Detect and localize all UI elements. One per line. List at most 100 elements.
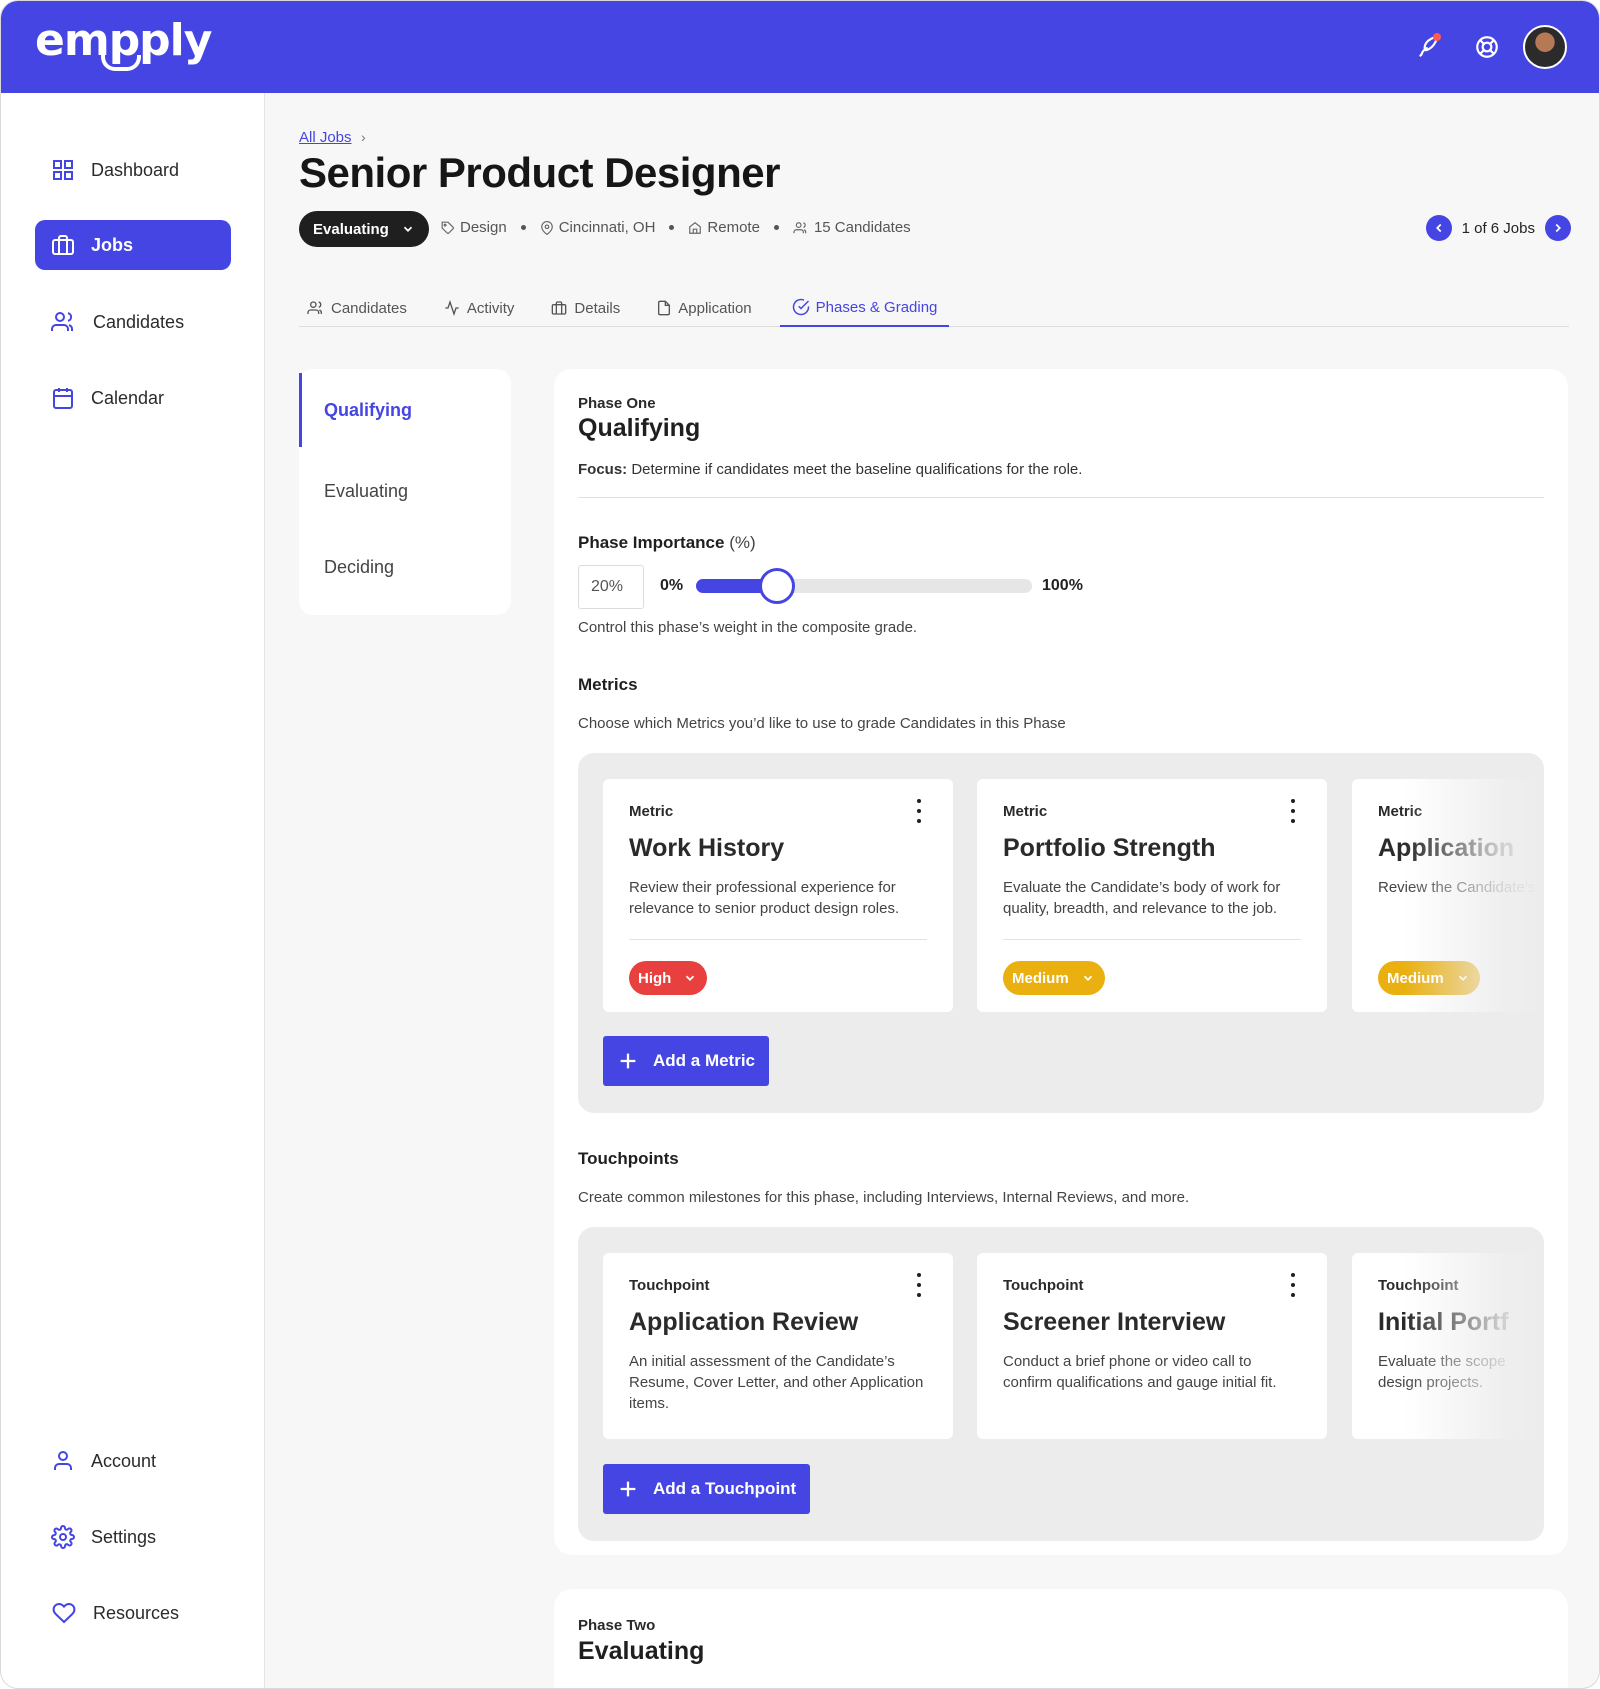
breadcrumb[interactable]: All Jobs — [299, 129, 352, 146]
top-bar: empply — [1, 1, 1599, 93]
status-label: Evaluating — [313, 220, 389, 238]
meta-department-text: Design — [460, 219, 507, 236]
page-title: Senior Product Designer — [299, 149, 780, 196]
tab-candidates[interactable]: Candidates — [299, 289, 415, 327]
sidebar-item-jobs[interactable]: Jobs — [35, 220, 231, 270]
phase-item-evaluating[interactable]: Evaluating — [299, 454, 511, 528]
tab-activity[interactable]: Activity — [435, 289, 523, 327]
sidebar-item-account[interactable]: Account — [35, 1436, 231, 1486]
meta-separator — [520, 225, 526, 230]
job-pager: 1 of 6 Jobs — [1425, 215, 1571, 241]
card-label: Metric — [1003, 803, 1048, 820]
next-job-button[interactable] — [1545, 215, 1571, 241]
metric-card[interactable]: Metric Portfolio Strength Evaluate the C… — [977, 779, 1327, 1012]
add-touchpoint-button[interactable]: Add a Touchpoint — [603, 1464, 811, 1514]
breadcrumb-chevron-icon: › — [361, 129, 366, 145]
logo-smile-mark — [101, 55, 141, 71]
sidebar-item-dashboard[interactable]: Dashboard — [35, 145, 231, 195]
phase-item-deciding[interactable]: Deciding — [299, 530, 511, 604]
sidebar-item-label: Candidates — [93, 311, 185, 332]
plus-icon — [620, 1481, 636, 1497]
touchpoint-card[interactable]: Touchpoint Initial Portf Evaluate the sc… — [1352, 1253, 1544, 1439]
card-title: Application — [1378, 834, 1515, 862]
card-desc: Review their professional experience for… — [629, 879, 900, 917]
importance-label: Medium — [1387, 969, 1444, 987]
pager-text: 1 of 6 Jobs — [1461, 219, 1535, 237]
gear-icon — [51, 1525, 75, 1549]
focus-text: Determine if candidates meet the baselin… — [631, 461, 1083, 478]
more-options-icon[interactable] — [915, 1273, 923, 1297]
briefcase-icon — [552, 301, 567, 315]
slider-max-label: 100% — [1042, 577, 1083, 594]
slider-min-label: 0% — [660, 577, 684, 594]
meta-workplace-text: Remote — [707, 219, 760, 236]
divider — [578, 497, 1544, 498]
metric-card[interactable]: Metric Application Review the Candidate’… — [1352, 779, 1544, 1012]
meta-location-text: Cincinnati, OH — [558, 219, 656, 236]
importance-slider[interactable] — [696, 568, 1032, 604]
touchpoint-card[interactable]: Touchpoint Screener Interview Conduct a … — [977, 1253, 1327, 1439]
card-label: Metric — [1378, 803, 1423, 820]
help-icon[interactable] — [1467, 27, 1507, 67]
sidebar-item-candidates[interactable]: Candidates — [35, 297, 231, 347]
metric-card[interactable]: Metric Work History Review their profess… — [603, 779, 953, 1012]
tab-application[interactable]: Application — [648, 289, 759, 327]
importance-title-text: Phase Importance — [578, 533, 725, 552]
importance-dropdown[interactable]: Medium — [1378, 961, 1480, 995]
importance-dropdown[interactable]: High — [629, 961, 708, 995]
sidebar-item-resources[interactable]: Resources — [35, 1588, 231, 1638]
sidebar-item-settings[interactable]: Settings — [35, 1512, 231, 1562]
meta-location: Cincinnati, OH — [540, 219, 656, 236]
plus-icon — [620, 1053, 636, 1069]
more-options-icon[interactable] — [915, 799, 923, 823]
card-desc: Evaluate the scope design projects. — [1378, 1353, 1506, 1391]
home-icon — [689, 221, 702, 234]
chevron-left-icon — [1435, 223, 1441, 233]
notification-dot — [1433, 33, 1441, 41]
card-desc: Evaluate the Candidate’s body of work fo… — [1003, 879, 1281, 917]
more-options-icon[interactable] — [1289, 799, 1297, 823]
tab-label: Application — [678, 299, 752, 317]
sidebar-item-label: Resources — [93, 1602, 180, 1623]
importance-input[interactable]: 20% — [578, 565, 644, 609]
tab-details[interactable]: Details — [542, 289, 628, 327]
rocket-icon[interactable] — [1409, 27, 1449, 67]
users-icon — [51, 312, 74, 331]
phase-item-qualifying[interactable]: Qualifying — [299, 373, 511, 447]
metrics-title: Metrics — [578, 675, 638, 694]
card-label: Touchpoint — [1378, 1277, 1459, 1294]
importance-dropdown[interactable]: Medium — [1003, 961, 1105, 995]
tab-label: Details — [574, 299, 621, 317]
phase-eyebrow: Phase Two — [578, 1617, 656, 1634]
meta-workplace: Remote — [688, 219, 760, 236]
touchpoints-tray: Touchpoint Application Review An initial… — [578, 1227, 1544, 1541]
meta-candidates: 15 Candidates — [793, 219, 911, 236]
slider-thumb[interactable] — [759, 568, 796, 604]
importance-help: Control this phase’s weight in the compo… — [578, 619, 918, 636]
app-window: empply Dashboard Jobs Candidates Calenda… — [0, 0, 1600, 1689]
prev-job-button[interactable] — [1425, 215, 1452, 241]
tag-icon — [441, 221, 454, 234]
touchpoint-card[interactable]: Touchpoint Application Review An initial… — [603, 1253, 953, 1439]
user-icon — [54, 1451, 72, 1470]
job-tabs: Candidates Activity Details Application … — [299, 289, 1569, 327]
sidebar-item-calendar[interactable]: Calendar — [35, 373, 231, 423]
users-icon — [793, 221, 807, 233]
avatar[interactable] — [1523, 25, 1567, 69]
importance-label: High — [638, 969, 672, 987]
more-options-icon[interactable] — [1289, 1273, 1297, 1297]
job-status-dropdown[interactable]: Evaluating — [299, 211, 429, 247]
card-desc: Review the Candidate’s questions on the … — [1378, 879, 1544, 896]
metrics-tray: Metric Work History Review their profess… — [578, 753, 1544, 1113]
phase-importance-title: Phase Importance (%) — [578, 533, 756, 553]
add-touchpoint-label: Add a Touchpoint — [653, 1479, 797, 1498]
card-title: Application Review — [629, 1308, 859, 1336]
card-desc: An initial assessment of the Candidate’s… — [629, 1353, 924, 1412]
add-metric-button[interactable]: Add a Metric — [603, 1036, 770, 1086]
chevron-right-icon — [1555, 223, 1561, 233]
sidebar-item-label: Calendar — [91, 387, 165, 408]
sidebar-item-label: Jobs — [91, 234, 134, 255]
phase-two-card: Phase Two Evaluating — [554, 1589, 1568, 1688]
card-label: Touchpoint — [629, 1277, 710, 1294]
tab-phases-grading[interactable]: Phases & Grading — [779, 289, 950, 327]
